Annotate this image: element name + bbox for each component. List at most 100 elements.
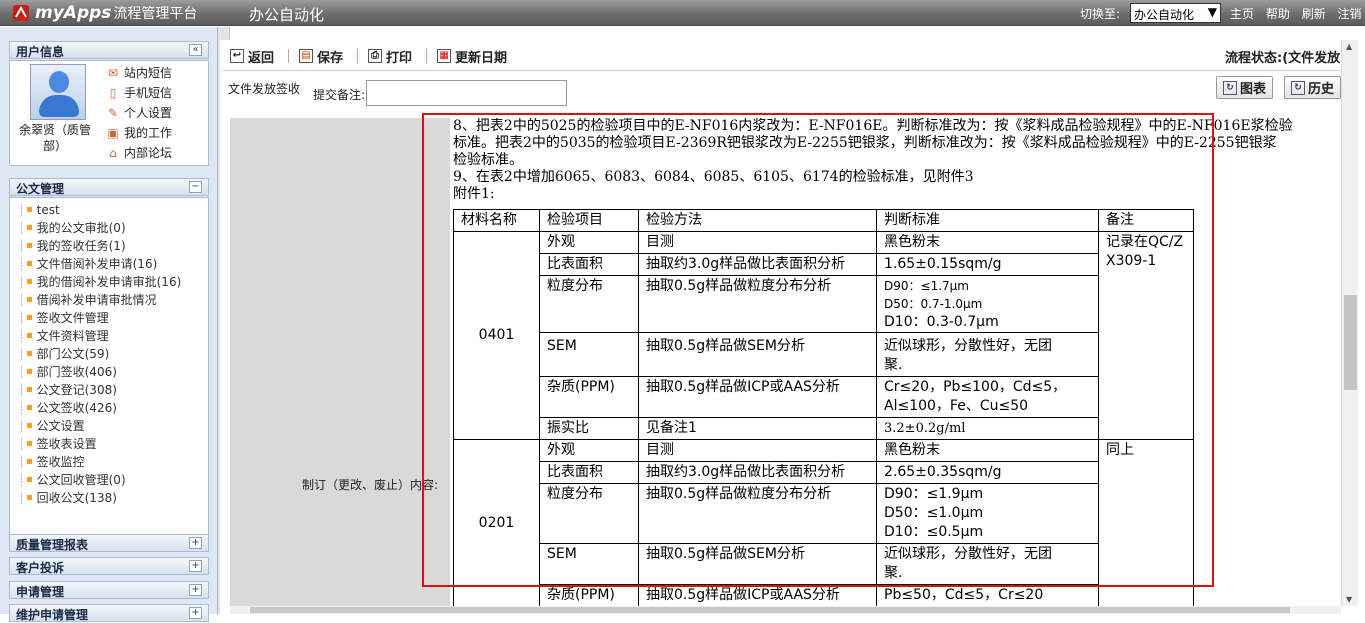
top-links: 主页 帮助 刷新 注销 — [1230, 5, 1365, 22]
tree-item[interactable]: ┊ 公文设置 — [10, 417, 208, 435]
chevron-down-icon: ▼ — [1207, 5, 1217, 19]
revision-label: 制订（更改、废止）内容: — [302, 478, 439, 492]
bullet-icon — [26, 441, 32, 446]
bullet-icon — [26, 279, 32, 284]
tree-item[interactable]: ┊ 公文签收(426) — [10, 399, 208, 417]
bullet-icon — [26, 459, 32, 464]
note-cell: 记录在QC/ZX309-1 — [1098, 231, 1194, 440]
system-switch-select[interactable]: 办公自动化 ▼ — [1130, 3, 1221, 23]
section-maintenance[interactable]: 维护申请管理 + — [9, 604, 209, 622]
step-name: 文件发放签收 — [228, 82, 301, 96]
content-line: 标准。把表2中的5035的检验项目E-2369R钯银浆改为E-2255钯银浆，判… — [453, 135, 1277, 151]
tree-item[interactable]: ┊ 我的签收任务(1) — [10, 237, 208, 255]
tree-item[interactable]: ┊ 公文登记(308) — [10, 381, 208, 399]
tree-item[interactable]: ┊ 公文回收管理(0) — [10, 471, 208, 489]
collapse-sidebar-icon[interactable]: « — [189, 44, 202, 56]
update-date-button[interactable]: ▦ 更新日期 — [437, 47, 507, 66]
content-line: 8、把表2中的5025的检验项目中的E-NF016内浆改为：E-NF016E。判… — [453, 118, 1293, 134]
tree-item[interactable]: ┊ 文件资料管理 — [10, 327, 208, 345]
table-row: 粒度分布 抽取0.5g样品做粒度分布分析 D90：≤1.7μm D50：0.7-1.… — [454, 275, 1194, 333]
expand-icon: + — [189, 537, 202, 549]
history-button[interactable]: ↻ 历史 — [1284, 76, 1342, 99]
print-icon: ⎙ — [368, 49, 383, 63]
user-panel-header[interactable]: 用户信息 « — [9, 41, 209, 59]
user-panel-title: 用户信息 — [16, 45, 65, 59]
logout-link[interactable]: 注销 — [1338, 7, 1362, 21]
system-name: 办公自动化 — [249, 6, 325, 24]
save-button[interactable]: ▤ 保存 — [299, 47, 343, 66]
bullet-icon — [26, 405, 32, 410]
tree-item[interactable]: ┊ 部门签收(406) — [10, 363, 208, 381]
app-brand: myApps — [35, 3, 112, 23]
home-link[interactable]: 主页 — [1230, 7, 1254, 21]
doc-panel-header[interactable]: 公文管理 − — [9, 178, 209, 196]
collapse-icon[interactable]: − — [189, 181, 202, 193]
calendar-icon: ▦ — [437, 49, 452, 63]
remark-input[interactable] — [366, 80, 567, 106]
app-subtitle: 流程管理平台 — [113, 6, 198, 22]
bullet-icon — [26, 333, 32, 338]
tree-item[interactable]: ┊ 签收文件管理 — [10, 309, 208, 327]
bullet-icon — [26, 387, 32, 392]
bullet-icon — [26, 225, 32, 230]
back-button[interactable]: ↩ 返回 — [230, 47, 274, 66]
tree-item[interactable]: ┊ 签收监控 — [10, 453, 208, 471]
user-menu-forum[interactable]: ⌂ 内部论坛 — [106, 143, 172, 163]
mail-icon: ✉ — [107, 66, 119, 80]
chart-button[interactable]: ↻ 图表 — [1216, 76, 1274, 99]
tree-item[interactable]: ┊ 借阅补发申请审批情况 — [10, 291, 208, 309]
bullet-icon — [26, 261, 32, 266]
user-menu-sms[interactable]: ▯ 手机短信 — [106, 83, 172, 103]
tree-item[interactable]: ┊ test — [10, 201, 208, 219]
tree-item[interactable]: ┊ 部门公文(59) — [10, 345, 208, 363]
refresh-link[interactable]: 刷新 — [1302, 7, 1326, 21]
tree-item[interactable]: ┊ 签收表设置 — [10, 435, 208, 453]
scroll-down-icon[interactable]: ▼ — [1346, 595, 1352, 604]
chart-icon: ↻ — [1223, 80, 1237, 95]
section-customer-complaint[interactable]: 客户投诉 + — [9, 557, 209, 575]
tree-item[interactable]: ┊ 我的公文审批(0) — [10, 219, 208, 237]
tree-item[interactable]: ┊ 回收公文(138) — [10, 489, 208, 507]
hscroll-thumb[interactable] — [250, 607, 1290, 613]
save-icon: ▤ — [299, 49, 314, 63]
doc-panel-title: 公文管理 — [16, 182, 65, 196]
print-button[interactable]: ⎙ 打印 — [368, 47, 412, 66]
user-menu-work[interactable]: ▣ 我的工作 — [106, 123, 172, 143]
bullet-icon — [26, 477, 32, 482]
user-menu: ✉ 站内短信 ▯ 手机短信 ✎ 个人设置 ▣ 我的工作 ⌂ 内部论坛 — [106, 63, 172, 163]
user-menu-settings[interactable]: ✎ 个人设置 — [106, 103, 172, 123]
item-cell: 外观 — [539, 231, 639, 254]
scroll-thumb[interactable] — [1344, 295, 1357, 390]
form-area: 制订（更改、废止）内容: 8、把表2中的5025的检验项目中的E-NF016内浆… — [230, 118, 1340, 606]
app-logo: myApps 流程管理平台 — [12, 3, 197, 23]
toolbar: ↩ 返回 ▤ 保存 ⎙ 打印 ▦ 更新日期 — [230, 45, 521, 67]
expand-icon: + — [189, 607, 202, 619]
standard-cell: D90：≤1.7μm D50：0.7-1.0μm D10：0.3-0.7μm — [876, 275, 1099, 333]
col-header: 材料名称 — [453, 209, 540, 232]
material-cell: 0201 — [453, 439, 540, 606]
revision-content: 8、把表2中的5025的检验项目中的E-NF016内浆改为：E-NF016E。判… — [453, 118, 1340, 203]
table-row: 振实比 见备注1 3.2±0.2g/ml — [454, 417, 1194, 440]
tree-item[interactable]: ┊ 文件借阅补发申请(16) — [10, 255, 208, 273]
col-header: 检验方法 — [638, 209, 877, 232]
back-icon: ↩ — [230, 49, 244, 63]
table-row: SEM 抽取0.5g样品做SEM分析 近似球形，分散性好，无团 聚. — [454, 543, 1194, 585]
col-header: 判断标准 — [876, 209, 1099, 232]
user-name: 余翠贤（质管部） — [18, 123, 91, 153]
horizontal-scrollbar[interactable] — [230, 606, 1341, 614]
section-application[interactable]: 申请管理 + — [9, 581, 209, 599]
vertical-scrollbar[interactable]: ▲ ▼ — [1341, 40, 1358, 606]
user-menu-mail[interactable]: ✉ 站内短信 — [106, 63, 172, 83]
tree-item[interactable]: ┊ 我的借阅补发申请审批(16) — [10, 273, 208, 291]
standard-cell: 黑色粉末 — [876, 231, 1099, 254]
expand-icon: + — [189, 584, 202, 596]
material-cell: 0401 — [453, 231, 540, 440]
table-row: 比表面积 抽取约3.0g样品做比表面积分析 1.65±0.15sqm/g — [454, 253, 1194, 276]
col-header: 检验项目 — [539, 209, 639, 232]
scroll-up-icon[interactable]: ▲ — [1346, 42, 1352, 51]
bullet-icon — [26, 297, 32, 302]
content-line: 检验标准。 — [453, 152, 523, 168]
help-link[interactable]: 帮助 — [1266, 7, 1290, 21]
section-quality-report[interactable]: 质量管理报表 + — [9, 534, 209, 552]
table-row: 杂质(PPM) 抽取0.5g样品做ICP或AAS分析 Cr≤20，Pb≤100，C… — [454, 376, 1194, 418]
